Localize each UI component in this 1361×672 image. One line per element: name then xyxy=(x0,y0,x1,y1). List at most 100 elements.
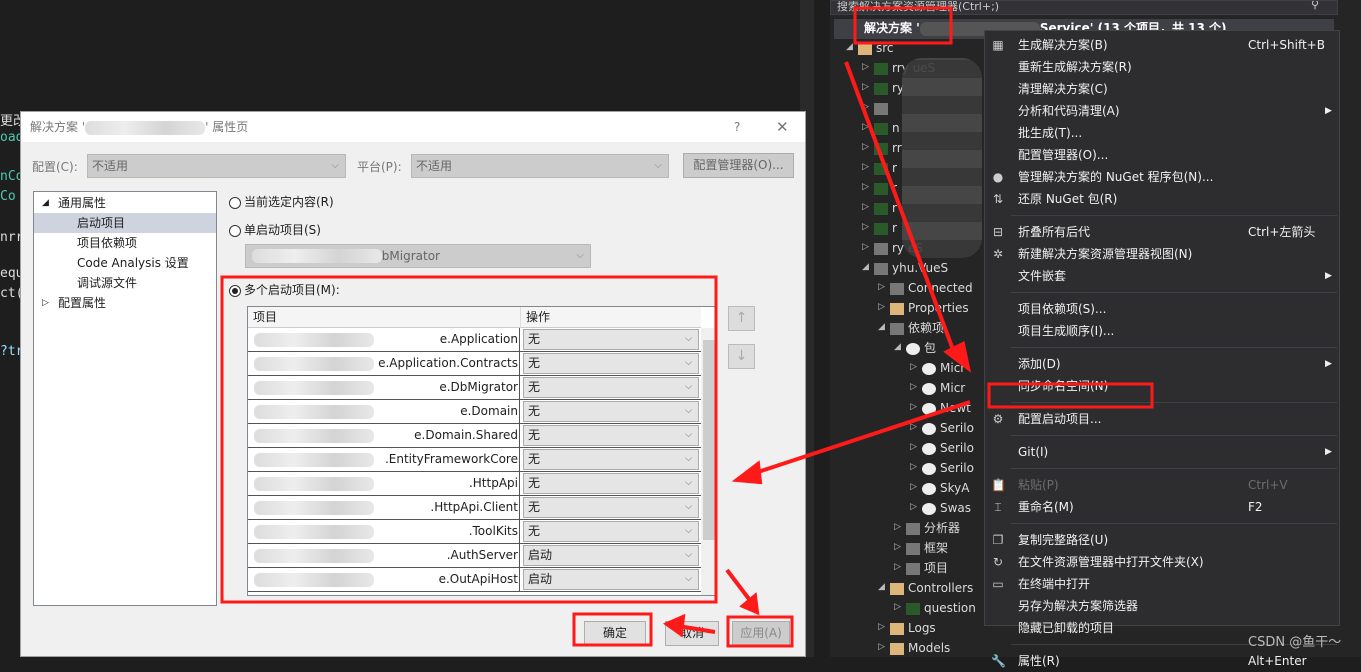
tree-item[interactable]: Properties xyxy=(890,298,969,318)
tree-item[interactable]: Controllers xyxy=(890,578,973,598)
tree-item[interactable]: 包 xyxy=(906,338,936,358)
action-select[interactable]: 无 ⌵ xyxy=(523,521,699,542)
collapsed-arrow-icon[interactable]: ▷ xyxy=(910,382,917,392)
tree-item[interactable]: r xyxy=(874,198,897,218)
nav-item[interactable]: ▷ 配置属性 xyxy=(34,293,216,313)
apply-button[interactable]: 应用(A) xyxy=(732,621,790,646)
collapsed-arrow-icon[interactable]: ▷ xyxy=(862,162,869,172)
grid-row[interactable]: e.Application 无 ⌵ xyxy=(248,328,701,352)
collapsed-arrow-icon[interactable]: ▷ xyxy=(910,482,917,492)
help-button[interactable]: ? xyxy=(734,112,740,142)
collapsed-arrow-icon[interactable]: ▷ xyxy=(862,82,869,92)
expanded-arrow-icon[interactable]: ◢ xyxy=(862,262,869,272)
menu-item[interactable]: 批生成(T)... xyxy=(985,122,1339,144)
grid-row[interactable]: .HttpApi 无 ⌵ xyxy=(248,472,701,496)
menu-item[interactable]: 另存为解决方案筛选器 xyxy=(985,595,1339,617)
grid-row[interactable]: e.Domain 无 ⌵ xyxy=(248,400,701,424)
action-select[interactable]: 启动 ⌵ xyxy=(523,545,699,566)
expanded-arrow-icon[interactable]: ◢ xyxy=(846,42,853,52)
action-select[interactable]: 无 ⌵ xyxy=(523,425,699,446)
collapsed-arrow-icon[interactable]: ▷ xyxy=(862,182,869,192)
close-button[interactable]: ✕ xyxy=(776,112,789,142)
tree-item[interactable] xyxy=(874,98,892,118)
action-select[interactable]: 无 ⌵ xyxy=(523,401,699,422)
menu-item[interactable]: ⚙ 配置启动项目... xyxy=(985,408,1339,430)
tree-item[interactable]: r xyxy=(874,178,897,198)
menu-item[interactable]: ✲ 新建解决方案资源管理器视图(N) xyxy=(985,243,1339,265)
tree-item[interactable]: 框架 xyxy=(906,538,948,558)
grid-row[interactable]: .HttpApi.Client 无 ⌵ xyxy=(248,496,701,520)
nav-item[interactable]: 调试源文件 xyxy=(34,273,216,293)
tree-item[interactable]: Micr xyxy=(922,358,965,378)
collapsed-arrow-icon[interactable]: ▷ xyxy=(862,242,869,252)
grid-row[interactable]: .EntityFrameworkCore 无 ⌵ xyxy=(248,448,701,472)
expanded-arrow-icon[interactable]: ◢ xyxy=(878,582,885,592)
menu-item[interactable]: 🔧 属性(R) Alt+Enter xyxy=(985,650,1339,672)
platform-select[interactable]: 不适用 ⌵ xyxy=(411,154,669,178)
grid-row[interactable]: e.Domain.Shared 无 ⌵ xyxy=(248,424,701,448)
action-select[interactable]: 启动 ⌵ xyxy=(523,569,699,590)
tree-item[interactable]: r xyxy=(874,218,897,238)
expander-icon[interactable]: ▷ xyxy=(42,293,49,313)
column-header-action[interactable]: 操作 xyxy=(520,307,701,328)
tree-item[interactable]: yhu.VueS xyxy=(874,258,948,278)
collapsed-arrow-icon[interactable]: ▷ xyxy=(878,302,885,312)
collapsed-arrow-icon[interactable]: ▷ xyxy=(862,202,869,212)
tree-item[interactable]: ry xyxy=(874,78,904,98)
collapsed-arrow-icon[interactable]: ▷ xyxy=(878,282,885,292)
menu-item[interactable]: 重新生成解决方案(R) xyxy=(985,56,1339,78)
nav-item[interactable]: 启动项目 xyxy=(34,213,216,233)
action-select[interactable]: 无 ⌵ xyxy=(523,497,699,518)
config-manager-button[interactable]: 配置管理器(O)... xyxy=(683,153,794,178)
move-up-button[interactable]: ↑ xyxy=(728,306,755,331)
collapsed-arrow-icon[interactable]: ▷ xyxy=(878,622,885,632)
tree-item[interactable]: 依赖项 xyxy=(890,318,944,338)
grid-row[interactable]: e.DbMigrator 无 ⌵ xyxy=(248,376,701,400)
tree-item[interactable]: 项目 xyxy=(906,558,948,578)
grid-row[interactable]: e.Application.Contracts 无 ⌵ xyxy=(248,352,701,376)
cancel-button[interactable]: 取消 xyxy=(665,621,719,646)
radio-current-selection[interactable]: 当前选定内容(R) xyxy=(229,193,334,211)
tree-item[interactable]: Swas xyxy=(922,498,971,518)
action-select[interactable]: 无 ⌵ xyxy=(523,353,699,374)
tree-item[interactable]: SkyA xyxy=(922,478,969,498)
menu-item[interactable]: 添加(D) ▶ xyxy=(985,353,1339,375)
solution-search-input[interactable]: 搜索解决方案资源管理器(Ctrl+;) ⚲ xyxy=(830,0,1338,15)
tree-item[interactable]: question xyxy=(906,598,976,618)
menu-item[interactable]: 配置管理器(O)... xyxy=(985,144,1339,166)
grid-row[interactable]: .ToolKits 无 ⌵ xyxy=(248,520,701,544)
menu-item[interactable]: ● 管理解决方案的 NuGet 程序包(N)... xyxy=(985,166,1339,188)
menu-item[interactable]: ⊟ 折叠所有后代 Ctrl+左箭头 xyxy=(985,221,1339,243)
menu-item[interactable]: ▦ 生成解决方案(B) Ctrl+Shift+B xyxy=(985,34,1339,56)
menu-item[interactable]: ⌶ 重命名(M) F2 xyxy=(985,496,1339,518)
tree-item[interactable]: Micr xyxy=(922,378,965,398)
nav-item[interactable]: Code Analysis 设置 xyxy=(34,253,216,273)
collapsed-arrow-icon[interactable]: ▷ xyxy=(862,142,869,152)
collapsed-arrow-icon[interactable]: ▷ xyxy=(910,422,917,432)
tree-item[interactable]: 分析器 xyxy=(906,518,960,538)
menu-item[interactable]: 项目依赖项(S)... xyxy=(985,298,1339,320)
collapsed-arrow-icon[interactable]: ▷ xyxy=(910,362,917,372)
expander-icon[interactable]: ◢ xyxy=(42,193,49,213)
menu-item[interactable]: 同步命名空间(N) xyxy=(985,375,1339,397)
grid-row[interactable]: .AuthServer 启动 ⌵ xyxy=(248,544,701,568)
radio-single-startup[interactable]: 单启动项目(S) xyxy=(229,221,321,239)
collapsed-arrow-icon[interactable]: ▷ xyxy=(894,522,901,532)
tree-item[interactable]: Connected xyxy=(890,278,973,298)
menu-item[interactable]: ⇅ 还原 NuGet 包(R) xyxy=(985,188,1339,210)
expanded-arrow-icon[interactable]: ◢ xyxy=(878,322,885,332)
menu-item[interactable]: Git(I) ▶ xyxy=(985,441,1339,463)
action-select[interactable]: 无 ⌵ xyxy=(523,329,699,350)
tree-item[interactable]: n xyxy=(874,118,900,138)
tree-item[interactable]: Serilo xyxy=(922,438,974,458)
collapsed-arrow-icon[interactable]: ▷ xyxy=(910,462,917,472)
collapsed-arrow-icon[interactable]: ▷ xyxy=(894,602,901,612)
action-select[interactable]: 无 ⌵ xyxy=(523,449,699,470)
collapsed-arrow-icon[interactable]: ▷ xyxy=(862,222,869,232)
action-select[interactable]: 无 ⌵ xyxy=(523,473,699,494)
menu-item[interactable]: 清理解决方案(C) xyxy=(985,78,1339,100)
single-startup-select[interactable]: DbMigrator ⌵ xyxy=(245,244,591,268)
nav-item[interactable]: 项目依赖项 xyxy=(34,233,216,253)
menu-item[interactable]: ❐ 复制完整路径(U) xyxy=(985,529,1339,551)
radio-multiple-startup[interactable]: 多个启动项目(M): xyxy=(229,281,340,299)
